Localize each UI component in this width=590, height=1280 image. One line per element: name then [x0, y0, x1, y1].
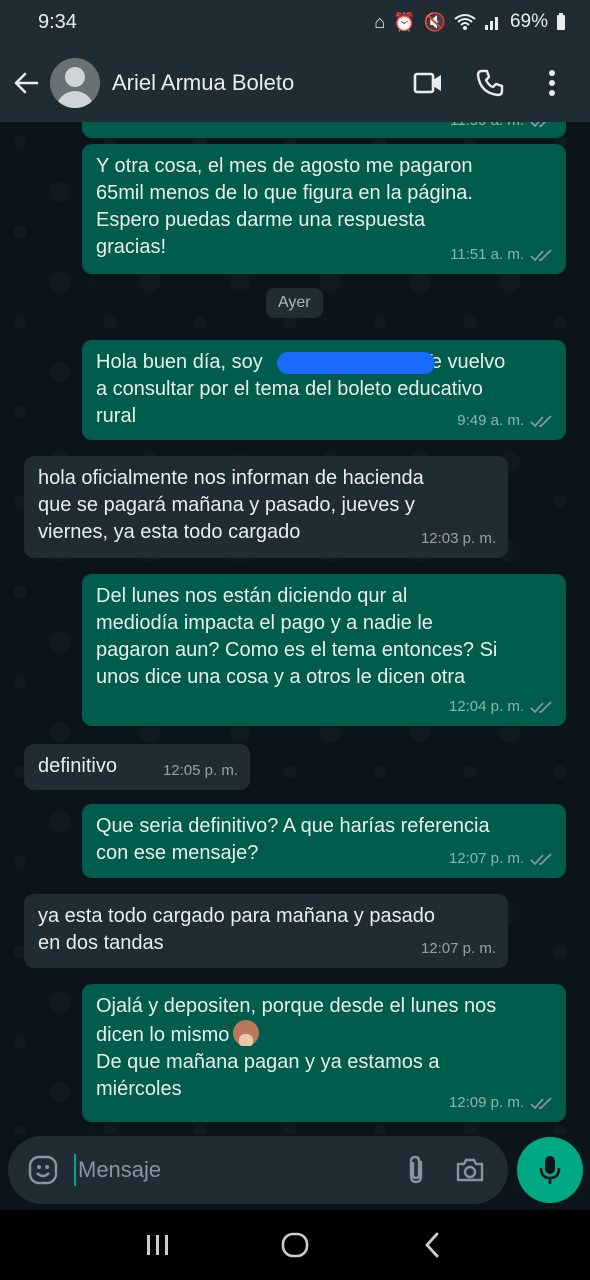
camera-icon[interactable] — [450, 1150, 490, 1190]
read-ticks-icon — [530, 122, 546, 127]
read-ticks-icon — [530, 248, 552, 261]
read-ticks-icon — [530, 1096, 552, 1109]
message-bubble-partial[interactable]: 11:50 a. m. — [82, 122, 566, 138]
person-facepalming-emoji-icon — [233, 1020, 260, 1046]
emoji-icon[interactable] — [26, 1153, 60, 1187]
message-bubble[interactable]: Y otra cosa, el mes de agosto me pagaron… — [82, 144, 566, 274]
battery-icon — [557, 13, 565, 30]
recents-icon[interactable] — [133, 1220, 183, 1270]
battery-level: 69% — [509, 11, 548, 32]
more-options-icon[interactable] — [528, 59, 576, 107]
read-ticks-icon — [530, 852, 552, 865]
read-ticks-icon — [530, 414, 552, 427]
status-bar: 9:34 ⌂ ⏰ 🔇 69% — [0, 0, 590, 44]
message-text: Ojalá y depositen, porque desde el lunes… — [96, 995, 497, 1100]
mic-button[interactable] — [517, 1137, 583, 1203]
system-navbar — [0, 1210, 590, 1280]
message-time: 11:50 a. m. — [450, 122, 524, 134]
status-icons: ⌂ ⏰ 🔇 69% — [374, 11, 566, 33]
chat-header: Ariel Armua Boleto — [0, 44, 590, 122]
alarm-icon: ⏰ — [393, 11, 416, 32]
back-arrow-icon[interactable] — [10, 67, 42, 99]
wifi-icon — [454, 14, 476, 30]
message-time: 12:07 p. m. — [420, 940, 496, 957]
signal-icon — [484, 17, 498, 30]
message-bubble[interactable]: Del lunes nos están diciendo qur al medi… — [82, 574, 566, 726]
message-time: 12:04 p. m. — [448, 698, 524, 715]
message-bubble[interactable]: Ojalá y depositen, porque desde el lunes… — [82, 984, 566, 1122]
compose-bar — [0, 1134, 590, 1210]
contact-name[interactable]: Ariel Armua Boleto — [112, 70, 390, 96]
chat-area[interactable]: 11:50 a. m. Y otra cosa, el mes de agost… — [0, 122, 590, 1134]
compose-pill — [8, 1136, 508, 1204]
message-bubble[interactable]: definitivo 12:05 p. m. — [24, 744, 250, 790]
home-icon[interactable] — [270, 1220, 320, 1270]
redaction-mark — [277, 352, 435, 374]
read-ticks-icon — [530, 700, 552, 713]
message-text: Del lunes nos están diciendo qur al medi… — [96, 585, 498, 688]
message-bubble[interactable]: Que seria definitivo? A que harías refer… — [82, 804, 566, 878]
attach-icon[interactable] — [396, 1150, 436, 1190]
mic-icon — [539, 1156, 561, 1184]
voice-call-icon[interactable] — [466, 59, 514, 107]
mute-icon: 🔇 — [423, 11, 446, 32]
message-bubble[interactable]: hola oficialmente nos informan de hacien… — [24, 456, 508, 558]
notification-icon: ⌂ — [374, 11, 386, 32]
message-input[interactable] — [74, 1154, 382, 1186]
message-time: 12:03 p. m. — [420, 530, 496, 547]
status-time: 9:34 — [38, 10, 77, 33]
message-time: 12:05 p. m. — [162, 762, 238, 779]
message-time: 12:09 p. m. — [448, 1094, 524, 1111]
message-time: 9:49 a. m. — [457, 412, 524, 429]
video-call-icon[interactable] — [404, 59, 452, 107]
avatar[interactable] — [50, 58, 100, 108]
back-icon[interactable] — [407, 1220, 457, 1270]
message-bubble[interactable]: Hola buen día, soyTe vuelvo a consultar … — [82, 340, 566, 440]
message-bubble[interactable]: ya esta todo cargado para mañana y pasad… — [24, 894, 508, 968]
message-time: 12:07 p. m. — [448, 850, 524, 867]
message-time: 11:51 a. m. — [450, 246, 524, 263]
date-separator: Ayer — [266, 288, 323, 318]
